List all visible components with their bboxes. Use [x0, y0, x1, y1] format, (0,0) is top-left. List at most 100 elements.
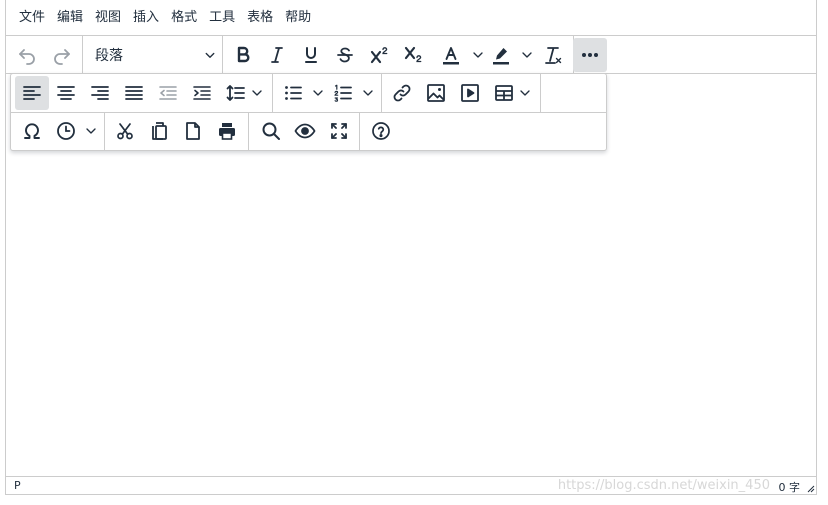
menu-view[interactable]: 视图	[89, 5, 127, 31]
menu-help[interactable]: 帮助	[279, 5, 317, 31]
align-right-icon	[91, 86, 109, 100]
overflow-toolbar	[10, 73, 607, 151]
align-center-icon	[57, 86, 75, 100]
fullscreen-icon	[331, 123, 347, 139]
element-path[interactable]: P	[14, 479, 21, 492]
outdent-icon	[159, 86, 177, 100]
numbered-list-dropdown[interactable]	[358, 76, 378, 110]
datetime-dropdown[interactable]	[81, 114, 101, 148]
chevron-down-icon	[363, 90, 373, 96]
new-document-icon	[186, 122, 200, 140]
datetime-button[interactable]	[49, 114, 83, 148]
undo-icon	[19, 49, 35, 65]
underline-button[interactable]	[294, 38, 328, 72]
menu-file[interactable]: 文件	[13, 5, 51, 31]
subscript-button[interactable]	[396, 38, 430, 72]
strikethrough-button[interactable]	[328, 38, 362, 72]
cut-button[interactable]	[108, 114, 142, 148]
text-color-button[interactable]	[434, 38, 468, 72]
toolbar-separator	[540, 74, 541, 112]
toolbar-separator	[248, 112, 249, 150]
chevron-down-icon	[252, 90, 262, 96]
image-button[interactable]	[419, 76, 453, 110]
search-replace-icon	[262, 122, 280, 140]
cut-icon	[117, 123, 133, 140]
chevron-down-icon	[313, 90, 323, 96]
menubar: 文件 编辑 视图 插入 格式 工具 表格 帮助	[6, 0, 816, 36]
help-icon	[372, 122, 390, 140]
numbered-list-button[interactable]	[326, 76, 360, 110]
superscript-button[interactable]	[362, 38, 396, 72]
highlight-color-dropdown[interactable]	[517, 38, 537, 72]
outdent-button[interactable]	[151, 76, 185, 110]
chevron-down-icon	[86, 128, 96, 134]
more-icon	[582, 53, 598, 57]
table-dropdown[interactable]	[515, 76, 535, 110]
toolbar-separator	[272, 74, 273, 112]
statusbar: P https://blog.csdn.net/weixin_450 0 字	[6, 476, 816, 494]
overflow-toolbar-row	[11, 74, 606, 113]
copy-button[interactable]	[142, 114, 176, 148]
superscript-icon	[370, 47, 388, 64]
align-left-button[interactable]	[15, 76, 49, 110]
overflow-toolbar-row	[11, 112, 606, 150]
print-button[interactable]	[210, 114, 244, 148]
italic-icon	[271, 47, 283, 63]
toolbar-separator	[104, 112, 105, 150]
toolbar-separator	[359, 112, 360, 150]
remove-format-button[interactable]	[536, 38, 570, 72]
underline-icon	[305, 47, 317, 63]
toolbar-separator	[381, 74, 382, 112]
block-format-value: 段落	[95, 48, 123, 64]
menu-tools[interactable]: 工具	[203, 5, 241, 31]
chevron-down-icon	[205, 52, 215, 58]
align-center-button[interactable]	[49, 76, 83, 110]
copy-icon	[152, 122, 167, 140]
bullet-list-icon	[285, 86, 302, 100]
bullet-list-dropdown[interactable]	[308, 76, 328, 110]
watermark: https://blog.csdn.net/weixin_450	[557, 478, 770, 493]
table-icon	[495, 85, 513, 101]
strikethrough-icon	[337, 47, 353, 63]
menu-table[interactable]: 表格	[241, 5, 279, 31]
special-char-button[interactable]	[15, 114, 49, 148]
remove-format-icon	[545, 47, 562, 64]
media-button[interactable]	[453, 76, 487, 110]
link-button[interactable]	[385, 76, 419, 110]
subscript-icon	[404, 46, 422, 63]
align-justify-button[interactable]	[117, 76, 151, 110]
text-color-icon	[443, 47, 459, 65]
line-height-dropdown[interactable]	[247, 76, 267, 110]
align-right-button[interactable]	[83, 76, 117, 110]
search-replace-button[interactable]	[254, 114, 288, 148]
italic-button[interactable]	[260, 38, 294, 72]
help-button[interactable]	[364, 114, 398, 148]
fullscreen-button[interactable]	[322, 114, 356, 148]
highlight-color-icon	[493, 48, 509, 65]
redo-button[interactable]	[45, 38, 79, 72]
image-icon	[427, 84, 445, 102]
bullet-list-button[interactable]	[276, 76, 310, 110]
block-format-select[interactable]: 段落	[85, 38, 221, 72]
chevron-down-icon	[520, 90, 530, 96]
menu-insert[interactable]: 插入	[127, 5, 165, 31]
indent-icon	[193, 86, 211, 100]
chevron-down-icon	[522, 52, 532, 58]
toolbar-separator	[222, 36, 223, 73]
line-height-icon	[226, 85, 245, 101]
preview-button[interactable]	[288, 114, 322, 148]
highlight-color-button[interactable]	[484, 38, 518, 72]
menu-format[interactable]: 格式	[165, 5, 203, 31]
undo-button[interactable]	[10, 38, 44, 72]
bold-icon	[237, 46, 250, 63]
new-document-button[interactable]	[176, 114, 210, 148]
media-icon	[461, 84, 479, 102]
indent-button[interactable]	[185, 76, 219, 110]
more-button[interactable]	[573, 38, 607, 72]
align-justify-icon	[125, 86, 143, 100]
preview-icon	[294, 123, 316, 139]
bold-button[interactable]	[226, 38, 260, 72]
resize-handle-icon[interactable]	[805, 483, 815, 493]
word-count[interactable]: 0 字	[779, 479, 801, 495]
menu-edit[interactable]: 编辑	[51, 5, 89, 31]
